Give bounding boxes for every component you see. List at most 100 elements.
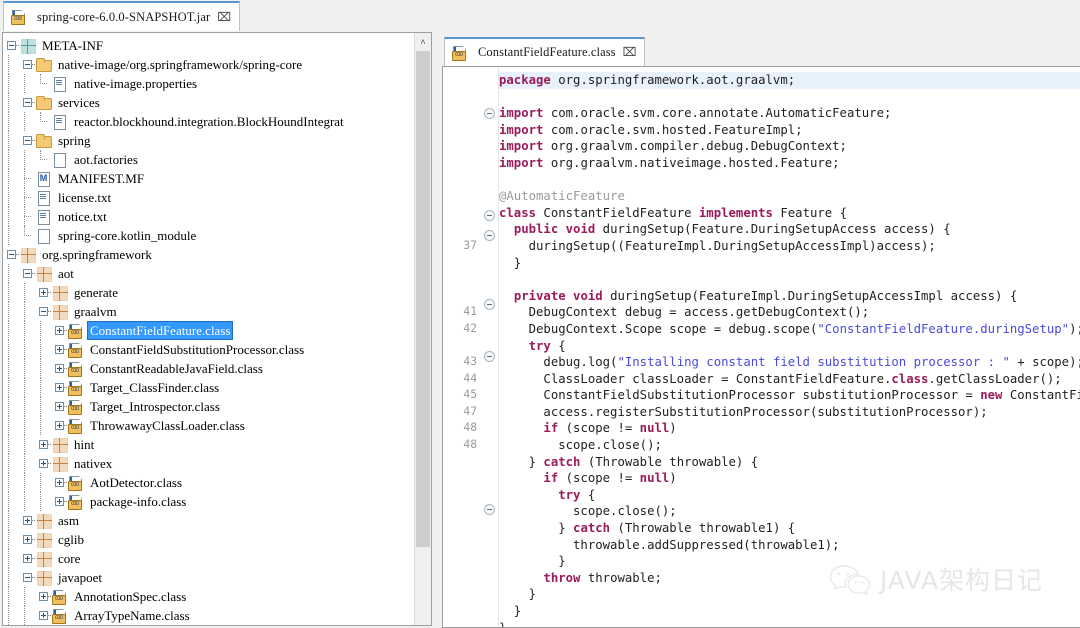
source-code-view[interactable]: package org.springframework.aot.graalvm;… <box>499 67 1080 627</box>
fold-slot[interactable] <box>481 210 498 227</box>
code-line[interactable]: try { <box>499 338 1080 355</box>
collapse-icon[interactable] <box>19 568 35 587</box>
collapse-icon[interactable] <box>19 264 35 283</box>
fold-collapse-icon[interactable] <box>484 503 495 515</box>
tree-node[interactable]: ThrowawayClassLoader.class <box>3 416 413 435</box>
scrollbar-thumb[interactable] <box>416 51 430 547</box>
expand-icon[interactable] <box>35 283 51 302</box>
code-line[interactable]: DebugContext debug = access.getDebugCont… <box>499 304 1080 321</box>
expand-icon[interactable] <box>51 340 67 359</box>
tree-node[interactable]: spring-core.kotlin_module <box>3 226 413 245</box>
expand-icon[interactable] <box>51 473 67 492</box>
fold-slot[interactable] <box>481 298 498 316</box>
code-line[interactable]: debug.log("Installing constant field sub… <box>499 354 1080 371</box>
fold-collapse-icon[interactable] <box>484 210 495 222</box>
expand-icon[interactable] <box>35 606 51 625</box>
tree-node[interactable]: services <box>3 93 413 112</box>
fold-collapse-icon[interactable] <box>484 298 495 310</box>
fold-slot[interactable] <box>481 229 498 247</box>
tree-node[interactable]: ConstantFieldSubstitutionProcessor.class <box>3 340 413 359</box>
tree-node[interactable]: ConstantFieldFeature.class <box>3 321 413 340</box>
expand-icon[interactable] <box>19 530 35 549</box>
jar-content-tree[interactable]: META-INF native-image/org.springframework… <box>3 33 413 625</box>
tree-vertical-scrollbar[interactable]: ˄ <box>414 33 431 625</box>
code-line[interactable]: import com.oracle.svm.core.annotate.Auto… <box>499 105 1080 122</box>
expand-icon[interactable] <box>51 492 67 511</box>
expand-icon[interactable] <box>35 587 51 606</box>
tree-node[interactable]: generate <box>3 283 413 302</box>
tree-node[interactable]: org.springframework <box>3 245 413 264</box>
code-line[interactable]: public void duringSetup(Feature.DuringSe… <box>499 221 1080 238</box>
code-line[interactable]: DebugContext.Scope scope = debug.scope("… <box>499 321 1080 338</box>
code-line[interactable]: package org.springframework.aot.graalvm; <box>499 72 1080 89</box>
code-line[interactable]: access.registerSubstitutionProcessor(sub… <box>499 404 1080 421</box>
fold-slot[interactable] <box>481 503 498 521</box>
tree-node[interactable]: native-image/org.springframework/spring-… <box>3 55 413 74</box>
code-line[interactable]: class ConstantFieldFeature implements Fe… <box>499 205 1080 222</box>
tree-node[interactable]: META-INF <box>3 36 413 55</box>
tree-node[interactable]: MANIFEST.MF <box>3 169 413 188</box>
expand-icon[interactable] <box>35 435 51 454</box>
tree-node[interactable]: aot <box>3 264 413 283</box>
code-line[interactable]: private void duringSetup(FeatureImpl.Dur… <box>499 288 1080 305</box>
code-line[interactable]: } <box>499 255 1080 272</box>
tree-node[interactable]: package-info.class <box>3 492 413 511</box>
code-line[interactable]: scope.close(); <box>499 503 1080 520</box>
expand-icon[interactable] <box>35 454 51 473</box>
code-line[interactable]: ClassLoader classLoader = ConstantFieldF… <box>499 371 1080 388</box>
code-line[interactable]: } <box>499 620 1080 627</box>
tree-node[interactable]: reactor.blockhound.integration.BlockHoun… <box>3 112 413 131</box>
code-line[interactable] <box>499 271 1080 288</box>
tree-node[interactable]: asm <box>3 511 413 530</box>
code-line[interactable]: import org.graalvm.compiler.debug.DebugC… <box>499 138 1080 155</box>
collapse-icon[interactable] <box>3 36 19 55</box>
expand-icon[interactable] <box>51 321 67 340</box>
collapse-icon[interactable] <box>3 245 19 264</box>
code-line[interactable]: scope.close(); <box>499 437 1080 454</box>
code-line[interactable]: throw throwable; <box>499 570 1080 587</box>
scroll-up-icon[interactable]: ˄ <box>415 33 431 50</box>
tree-node[interactable]: ConstantReadableJavaField.class <box>3 359 413 378</box>
fold-collapse-icon[interactable] <box>484 229 495 241</box>
code-line[interactable]: import com.oracle.svm.hosted.FeatureImpl… <box>499 122 1080 139</box>
tree-node[interactable]: graalvm <box>3 302 413 321</box>
tree-node[interactable]: AnnotationSpec.class <box>3 587 413 606</box>
tab-constantfieldfeature-class[interactable]: ConstantFieldFeature.class ⌧ <box>444 37 646 66</box>
tab-jar-file[interactable]: spring-core-6.0.0-SNAPSHOT.jar ⌧ <box>3 1 241 31</box>
tree-node[interactable]: hint <box>3 435 413 454</box>
expand-icon[interactable] <box>51 416 67 435</box>
code-line[interactable]: } catch (Throwable throwable) { <box>499 454 1080 471</box>
tree-node[interactable]: Target_ClassFinder.class <box>3 378 413 397</box>
code-line[interactable]: try { <box>499 487 1080 504</box>
code-line[interactable]: } <box>499 553 1080 570</box>
code-line[interactable] <box>499 172 1080 189</box>
fold-collapse-icon[interactable] <box>484 351 495 363</box>
code-line[interactable]: @AutomaticFeature <box>499 188 1080 205</box>
close-icon[interactable]: ⌧ <box>623 45 637 60</box>
collapse-icon[interactable] <box>19 55 35 74</box>
tree-node[interactable]: javapoet <box>3 568 413 587</box>
code-line[interactable]: throwable.addSuppressed(throwable1); <box>499 537 1080 554</box>
expand-icon[interactable] <box>51 378 67 397</box>
collapse-icon[interactable] <box>35 302 51 321</box>
code-line[interactable]: duringSetup((FeatureImpl.DuringSetupAcce… <box>499 238 1080 255</box>
code-line[interactable]: import org.graalvm.nativeimage.hosted.Fe… <box>499 155 1080 172</box>
tree-node[interactable]: license.txt <box>3 188 413 207</box>
expand-icon[interactable] <box>51 397 67 416</box>
code-line[interactable]: if (scope != null) <box>499 420 1080 437</box>
code-line[interactable]: } <box>499 586 1080 603</box>
tree-node[interactable]: native-image.properties <box>3 74 413 93</box>
expand-icon[interactable] <box>51 359 67 378</box>
expand-icon[interactable] <box>19 549 35 568</box>
tree-node[interactable]: core <box>3 549 413 568</box>
tree-node[interactable]: AotDetector.class <box>3 473 413 492</box>
tree-node[interactable]: ArrayTypeName.class <box>3 606 413 625</box>
tree-node[interactable]: cglib <box>3 530 413 549</box>
code-editor[interactable]: 37 41 42 43 44 45 47 48 48 package org.springfra… <box>442 66 1080 628</box>
fold-collapse-icon[interactable] <box>484 107 495 119</box>
tree-node[interactable]: notice.txt <box>3 207 413 226</box>
close-icon[interactable]: ⌧ <box>217 10 231 25</box>
code-line[interactable]: if (scope != null) <box>499 470 1080 487</box>
collapse-icon[interactable] <box>19 131 35 150</box>
fold-slot[interactable] <box>481 107 498 125</box>
